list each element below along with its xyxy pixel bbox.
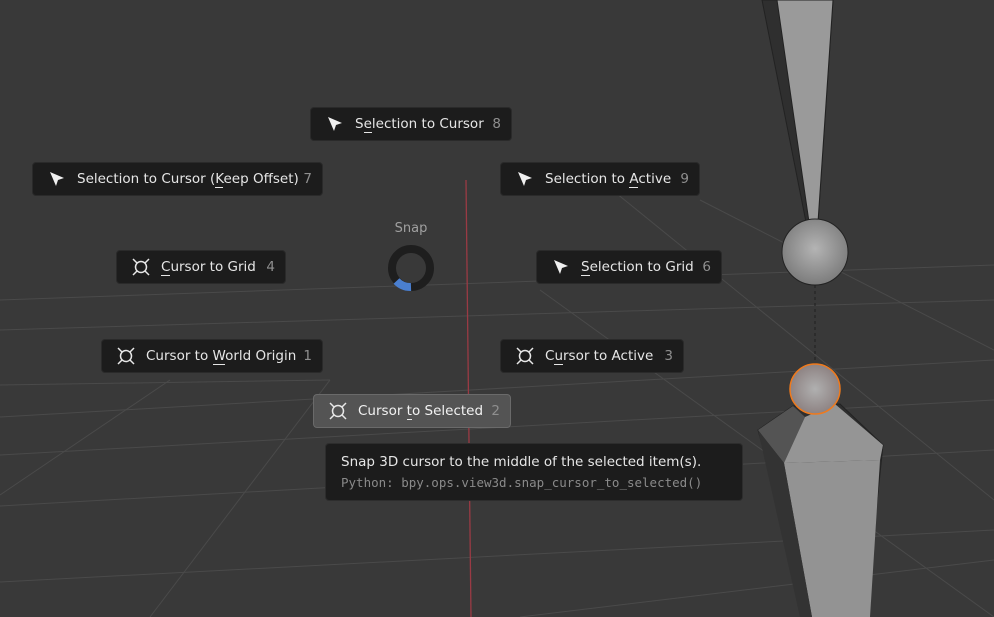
hotkey-underline: S (581, 259, 590, 276)
shortcut-key: 1 (303, 348, 312, 364)
pie-menu-title: Snap (394, 221, 428, 236)
3d-cursor-icon (515, 346, 535, 366)
pie-item-label: Selection to Active (545, 171, 672, 188)
pie-item-selection-to-active[interactable]: Selection to Active 9 (500, 162, 700, 196)
hotkey-underline: A (629, 171, 639, 188)
pie-item-cursor-to-active[interactable]: Cursor to Active 3 (500, 339, 684, 373)
arrow-cursor-icon (325, 114, 345, 134)
shortcut-key: 3 (664, 348, 673, 364)
tooltip-python-path: Python: bpy.ops.view3d.snap_cursor_to_se… (341, 475, 703, 490)
shortcut-key: 2 (491, 403, 500, 419)
pie-item-label: Cursor to Active (545, 348, 654, 365)
pie-item-selection-to-cursor[interactable]: Selection to Cursor 8 (310, 107, 512, 141)
3d-viewport[interactable] (0, 0, 994, 617)
light-object[interactable] (761, 0, 849, 365)
shortcut-key: 9 (680, 171, 689, 187)
pie-item-selection-to-grid[interactable]: Selection to Grid 6 (536, 250, 722, 284)
pie-item-label: Cursor to Grid (161, 259, 256, 276)
hotkey-underline: u (554, 348, 563, 365)
pie-item-cursor-to-world-origin[interactable]: Cursor to World Origin 1 (101, 339, 323, 373)
pie-item-label: Selection to Cursor (355, 116, 484, 133)
arrow-cursor-icon (515, 169, 535, 189)
shortcut-key: 8 (492, 116, 501, 132)
3d-cursor-icon (328, 401, 348, 421)
hotkey-underline: W (212, 348, 226, 365)
pie-item-label: Selection to Grid (581, 259, 694, 276)
pie-item-label: Cursor to Selected (358, 403, 484, 420)
arrow-cursor-icon (551, 257, 571, 277)
pie-item-selection-to-cursor-keep-offset[interactable]: Selection to Cursor (Keep Offset) 7 (32, 162, 323, 196)
shortcut-key: 6 (702, 259, 711, 275)
tooltip: Snap 3D cursor to the middle of the sele… (325, 443, 743, 501)
pie-item-label: Selection to Cursor (Keep Offset) (77, 171, 299, 188)
3d-cursor-icon (131, 257, 151, 277)
tooltip-description: Snap 3D cursor to the middle of the sele… (341, 454, 702, 470)
pie-direction-indicator (388, 245, 434, 291)
selected-object[interactable] (757, 363, 884, 617)
pie-item-cursor-to-grid[interactable]: Cursor to Grid 4 (116, 250, 286, 284)
3d-cursor-icon (116, 346, 136, 366)
viewport-scene (0, 0, 994, 617)
pie-item-cursor-to-selected[interactable]: Cursor to Selected 2 (313, 394, 511, 428)
hotkey-underline: e (363, 116, 372, 133)
pie-item-label: Cursor to World Origin (146, 348, 297, 365)
arrow-cursor-icon (47, 169, 67, 189)
shortcut-key: 4 (266, 259, 275, 275)
shortcut-key: 7 (303, 171, 312, 187)
